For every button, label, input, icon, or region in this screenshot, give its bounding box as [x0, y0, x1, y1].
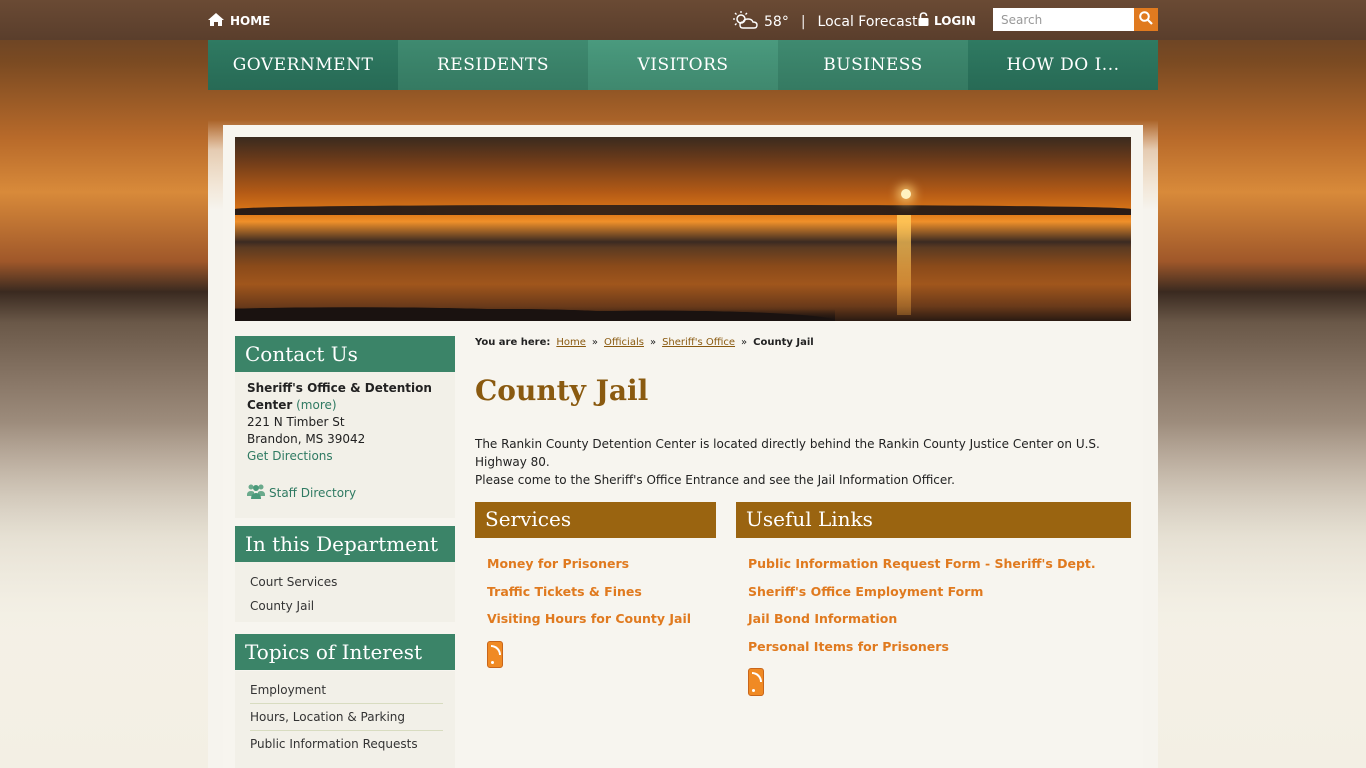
- search-input[interactable]: [993, 8, 1134, 31]
- nav-item-visitors[interactable]: VISITORS: [588, 40, 778, 90]
- breadcrumb-home[interactable]: Home: [556, 337, 586, 348]
- breadcrumb-label: You are here:: [475, 337, 551, 348]
- department-heading: In this Department: [235, 526, 455, 562]
- page-title: County Jail: [475, 374, 649, 407]
- intro-line: Please come to the Sheriff's Office Entr…: [475, 473, 955, 487]
- top-bar: HOME 58° | Local Forecast LOGIN: [0, 0, 1366, 40]
- contact-org-name: Sheriff's Office & Detention Center: [247, 381, 432, 412]
- staff-directory-link[interactable]: Staff Directory: [247, 483, 443, 504]
- banner-shoreline: [235, 205, 1131, 215]
- lock-icon: [918, 12, 929, 29]
- useful-link-public-information-request[interactable]: Public Information Request Form - Sherif…: [748, 556, 1128, 584]
- service-link-visiting-hours[interactable]: Visiting Hours for County Jail: [487, 611, 712, 639]
- nav-item-business[interactable]: BUSINESS: [778, 40, 968, 90]
- nav-item-government[interactable]: GOVERNMENT: [208, 40, 398, 90]
- get-directions-link[interactable]: Get Directions: [247, 448, 443, 465]
- useful-links-list: Public Information Request Form - Sherif…: [748, 556, 1128, 696]
- rss-icon[interactable]: [748, 668, 764, 696]
- useful-links-heading: Useful Links: [736, 502, 1131, 538]
- staff-group-icon: [247, 483, 265, 504]
- intro-text: The Rankin County Detention Center is lo…: [475, 435, 1135, 489]
- nav-item-residents[interactable]: RESIDENTS: [398, 40, 588, 90]
- banner-rocks: [235, 297, 835, 321]
- home-icon: [208, 13, 224, 29]
- useful-link-personal-items[interactable]: Personal Items for Prisoners: [748, 639, 1128, 667]
- main-nav: GOVERNMENT RESIDENTS VISITORS BUSINESS H…: [208, 40, 1158, 90]
- contact-more-link[interactable]: (more): [296, 398, 336, 412]
- login-label: LOGIN: [934, 13, 976, 28]
- local-forecast-link[interactable]: Local Forecast: [818, 14, 918, 30]
- weather-separator: |: [800, 14, 806, 30]
- sunset-banner-image: [235, 137, 1131, 321]
- breadcrumb-officials[interactable]: Officials: [604, 337, 644, 348]
- breadcrumb-separator: »: [741, 337, 748, 348]
- contact-street: 221 N Timber St: [247, 415, 345, 429]
- department-item-court-services[interactable]: Court Services: [250, 570, 440, 594]
- useful-link-jail-bond[interactable]: Jail Bond Information: [748, 611, 1128, 639]
- contact-heading: Contact Us: [235, 336, 455, 372]
- staff-directory-label: Staff Directory: [269, 486, 357, 500]
- home-link[interactable]: HOME: [208, 13, 270, 29]
- services-heading: Services: [475, 502, 716, 538]
- home-label: HOME: [230, 14, 271, 28]
- useful-link-employment-form[interactable]: Sheriff's Office Employment Form: [748, 584, 1128, 612]
- topics-heading: Topics of Interest: [235, 634, 455, 670]
- rss-icon[interactable]: [487, 640, 503, 668]
- service-link-money-for-prisoners[interactable]: Money for Prisoners: [487, 556, 712, 584]
- weather-widget[interactable]: 58° | Local Forecast: [732, 11, 918, 33]
- department-item-county-jail[interactable]: County Jail: [250, 594, 440, 618]
- contact-panel: Sheriff's Office & Detention Center (mor…: [235, 372, 455, 518]
- services-list: Money for Prisoners Traffic Tickets & Fi…: [487, 556, 712, 668]
- nav-item-how-do-i[interactable]: HOW DO I...: [968, 40, 1158, 90]
- breadcrumb-separator: »: [591, 337, 599, 348]
- breadcrumb-separator: »: [649, 337, 657, 348]
- search-button[interactable]: [1134, 8, 1158, 31]
- weather-partly-cloudy-icon: [732, 11, 758, 33]
- topics-panel: Employment Hours, Location & Parking Pub…: [235, 671, 455, 768]
- login-link[interactable]: LOGIN: [918, 12, 976, 29]
- service-link-traffic-tickets-fines[interactable]: Traffic Tickets & Fines: [487, 584, 712, 612]
- topic-item-employment[interactable]: Employment: [250, 677, 443, 704]
- temperature: 58°: [764, 14, 789, 30]
- breadcrumb: You are here: Home » Officials » Sheriff…: [475, 337, 814, 348]
- search-icon: [1139, 11, 1153, 28]
- breadcrumb-current: County Jail: [753, 337, 814, 348]
- breadcrumb-sheriffs-office[interactable]: Sheriff's Office: [662, 337, 735, 348]
- contact-city: Brandon, MS 39042: [247, 432, 366, 446]
- intro-line: The Rankin County Detention Center is lo…: [475, 437, 1100, 469]
- topic-item-public-information-requests[interactable]: Public Information Requests: [250, 731, 443, 758]
- topic-item-hours-location-parking[interactable]: Hours, Location & Parking: [250, 704, 443, 731]
- banner-sun-reflection: [897, 215, 911, 315]
- banner-sun: [901, 189, 911, 199]
- department-panel: Court Services County Jail: [235, 562, 455, 622]
